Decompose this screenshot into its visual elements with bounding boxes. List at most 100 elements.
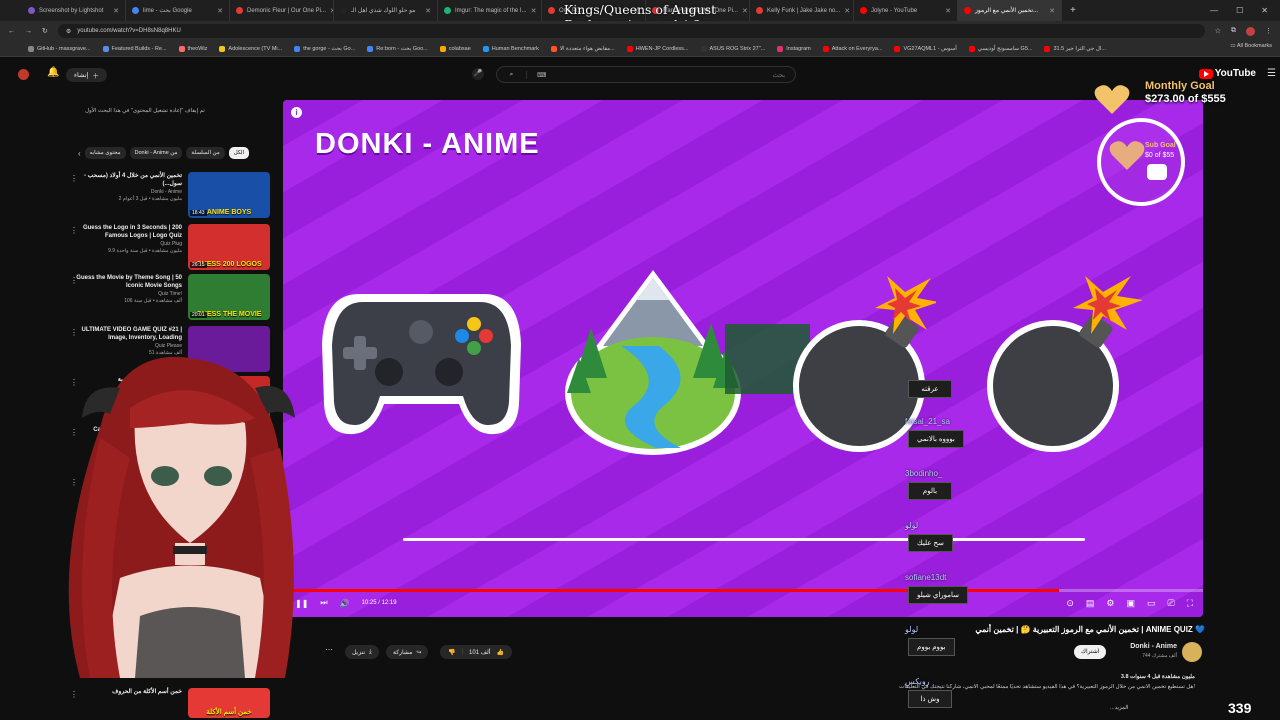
chevron-left-icon[interactable]: ‹	[78, 149, 81, 158]
miniplayer-icon[interactable]: ▣	[1126, 598, 1135, 609]
bookmark-favicon-icon	[894, 45, 901, 52]
fullscreen-icon[interactable]: ⛶	[1187, 598, 1193, 609]
bookmark-item[interactable]: Instagram	[777, 45, 811, 52]
video-thumbnail[interactable]: خمن أسم الأكلة	[188, 688, 270, 718]
related-video-item[interactable]: ⋮ GUESS 200 LOGOS 26:15 Guess the Logo in 3…	[70, 224, 270, 272]
mic-icon[interactable]: 🎤	[472, 68, 484, 80]
bell-icon[interactable]: 🔔	[47, 67, 59, 78]
tab-close-icon[interactable]: ✕	[945, 7, 951, 15]
browser-tab[interactable]: Screenshot by Lightshot ✕	[22, 0, 126, 21]
bookmark-item[interactable]: GitHub - massgrave...	[28, 45, 91, 52]
menu-icon[interactable]: ⋮	[1265, 27, 1272, 35]
url-input[interactable]: ⚙ youtube.com/watch?v=DH8sN8q8HKU	[57, 24, 1205, 38]
bookmark-item[interactable]: VG27AQML1 - أسوس	[894, 45, 957, 52]
tab-favicon-icon	[756, 7, 763, 14]
browser-tab[interactable]: lime - بحث Google ✕	[126, 0, 230, 21]
bookmark-item[interactable]: مقابض هواء متعددة الا...	[550, 45, 615, 52]
channel-avatar[interactable]	[1182, 642, 1202, 662]
related-video-item[interactable]: ⋮ GUESS THE MOVIE 20:01 Guess the Movie by …	[70, 274, 270, 322]
cast-icon[interactable]: ⎚	[1167, 598, 1174, 609]
video-thumbnail[interactable]: GUESS 200 LOGOS 26:15	[188, 224, 270, 270]
hamburger-menu-icon[interactable]: ☰	[1267, 68, 1276, 79]
tab-close-icon[interactable]: ✕	[742, 7, 748, 15]
browser-tab[interactable]: مو حلو اللوك شذي اهل الـ ✕	[334, 0, 438, 21]
tab-title: lime - بحث Google	[143, 8, 192, 14]
new-tab-icon[interactable]: +	[1070, 5, 1076, 16]
volume-icon[interactable]: 🔊	[340, 599, 350, 608]
dislike-icon[interactable]: 👎	[448, 649, 455, 656]
bookmark-item[interactable]: colabsae	[439, 45, 471, 52]
bookmark-item[interactable]: ال جي الترا جير 31.5...	[1044, 45, 1106, 52]
more-actions-icon[interactable]: ⋯	[325, 645, 333, 654]
search-placeholder: بحث	[772, 71, 785, 79]
forward-icon[interactable]: →	[25, 28, 32, 35]
autoplay-toggle-icon[interactable]: ⊙	[1066, 598, 1074, 609]
like-icon[interactable]: 👍	[496, 649, 503, 656]
chip-all[interactable]: الكل	[228, 147, 250, 159]
related-video-item[interactable]: ⋮ خمن أسم الأكلة خمن أسم الأكلة من الحروف	[70, 688, 270, 720]
browser-tab[interactable]: Demonic Fleur | Our One Pi...✕	[230, 0, 334, 21]
bookmark-item[interactable]: Human Benchmark	[482, 45, 539, 52]
theater-icon[interactable]: ▭	[1147, 598, 1156, 609]
info-icon[interactable]: i	[291, 107, 302, 118]
progress-bar[interactable]	[283, 589, 1203, 592]
avatar[interactable]	[18, 69, 29, 80]
video-title: تخمين الأنمي من خلال 4 أولاد (مسحب - سول…	[83, 173, 182, 187]
bookmark-favicon-icon	[178, 45, 185, 52]
viewer-count: 339	[1228, 700, 1252, 716]
video-player[interactable]: i DONKI - ANIME ❚❚ ⏭ 🔊 10:25 / 12:19 ⊙ ▤…	[283, 100, 1203, 617]
minimize-icon[interactable]: —	[1210, 6, 1218, 15]
chip-from-channel[interactable]: Donki - Anime من	[129, 147, 183, 159]
profile-icon[interactable]	[1246, 26, 1255, 36]
settings-icon[interactable]: ⚙	[1106, 598, 1114, 609]
chip-similar[interactable]: محتوى مشابه	[84, 147, 126, 159]
extensions-icon[interactable]: ⧉	[1231, 27, 1236, 35]
reload-icon[interactable]: ↻	[42, 27, 48, 35]
bookmark-item[interactable]: سامسونج أوديسي G5...	[968, 45, 1032, 52]
tab-title: مو حلو اللوك شذي اهل الـ	[351, 8, 416, 14]
all-bookmarks[interactable]: ▭ All Bookmarks	[1230, 43, 1272, 49]
next-icon[interactable]: ⏭	[320, 598, 327, 608]
search-input[interactable]: ⌕ ⌨ بحث	[496, 66, 796, 83]
youtube-logo[interactable]: YouTube	[1198, 68, 1256, 79]
browser-tab[interactable]: Kelly Funk | Jake Jake no... ✕	[750, 0, 854, 21]
create-button[interactable]: إنشاء ＋	[66, 68, 107, 82]
show-more-link[interactable]: ...المزيد	[1110, 705, 1128, 711]
chip-series[interactable]: من السلسلة	[186, 147, 225, 159]
bookmark-item[interactable]: Re:born - بحث Goo...	[367, 45, 428, 52]
bookmark-item[interactable]: Featured Builds - Re...	[102, 45, 167, 52]
tab-close-icon[interactable]: ✕	[1049, 7, 1055, 15]
share-button[interactable]: مشاركة ↪	[386, 645, 429, 659]
bookmark-item[interactable]: Attack on Everyrya...	[822, 45, 882, 52]
bookmark-item[interactable]: the gorge - بحث Go...	[294, 45, 355, 52]
video-duration: 26:15	[190, 262, 207, 268]
sub-goal-title: Sub Goal	[1145, 142, 1176, 149]
close-icon[interactable]: ✕	[1261, 6, 1268, 15]
bookmark-item[interactable]: HWEN-JP Cordless...	[626, 45, 689, 52]
video-thumbnail[interactable]: GUESS THE MOVIE 20:01	[188, 274, 270, 320]
tab-close-icon[interactable]: ✕	[217, 7, 223, 15]
site-info-icon[interactable]: ⚙	[66, 28, 71, 35]
subscribe-button[interactable]: اشتراك	[1074, 645, 1107, 659]
tab-close-icon[interactable]: ✕	[844, 7, 850, 15]
subtitles-icon[interactable]: ▤	[1086, 598, 1095, 609]
bookmark-item[interactable]: theoWiz	[178, 45, 207, 52]
bookmark-star-icon[interactable]: ☆	[1215, 27, 1221, 35]
channel-name[interactable]: Donki - Anime	[1105, 643, 1177, 650]
browser-tab[interactable]: Jolyne - YouTube ✕	[854, 0, 958, 21]
keyboard-icon[interactable]: ⌨	[537, 71, 546, 79]
back-icon[interactable]: ←	[8, 28, 15, 35]
related-video-item[interactable]: ⋮ ANIME BOYS 18:43 تخمين الأنمي من خلال 4 أ…	[70, 172, 270, 220]
download-button[interactable]: تنزيل ⤓	[345, 645, 379, 659]
tab-close-icon[interactable]: ✕	[113, 7, 119, 15]
bookmark-item[interactable]: Adolescence (TV Mi...	[219, 45, 282, 52]
browser-tab[interactable]: Imgur: The magic of the I... ✕	[438, 0, 542, 21]
video-title: خمن أسم الأكلة من الحروف	[112, 689, 182, 695]
search-icon[interactable]: ⌕	[497, 70, 527, 79]
browser-tab[interactable]: تخمين الأنمي مع الرموز... ✕	[958, 0, 1062, 21]
tab-close-icon[interactable]: ✕	[425, 7, 431, 15]
maximize-icon[interactable]: ☐	[1236, 6, 1243, 15]
video-thumbnail[interactable]: ANIME BOYS 18:43	[188, 172, 270, 218]
bookmark-item[interactable]: ASUS ROG Strix 27"...	[700, 45, 765, 52]
tab-close-icon[interactable]: ✕	[531, 7, 537, 15]
